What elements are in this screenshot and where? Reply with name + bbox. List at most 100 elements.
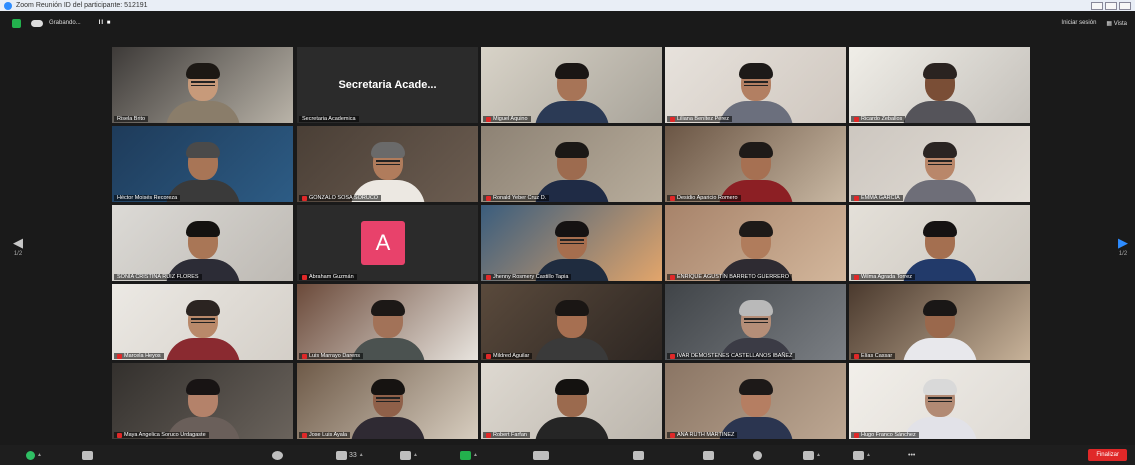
view-button[interactable]: ▦ Vista [1106,20,1127,27]
video-feed [481,284,662,360]
mic-muted-icon [670,195,675,201]
captions-button[interactable] [703,448,714,462]
participant-tile[interactable]: Miguel Aquino [481,47,662,123]
apps-icon [803,450,814,460]
participant-tile[interactable]: Luis Marrayo Darens [297,284,478,360]
participant-tile[interactable]: EMMA GARCIA [849,126,1030,202]
security-button[interactable] [272,448,283,462]
participant-name: Robert Farfan [493,432,527,438]
participant-name-tag: Abraham Guzmán [299,274,357,280]
video-feed [849,363,1030,439]
participant-tile[interactable]: Maya Angelica Soruco Urdagaste [112,363,293,439]
breakout-rooms-button[interactable] [633,448,644,462]
participant-tile[interactable]: Secretaria Acade... Secretaria Academica [297,47,478,123]
participant-tile[interactable]: Risela Brito [112,47,293,123]
more-button[interactable]: ••• [908,448,915,462]
apps-button[interactable]: ▲ [803,448,821,462]
whiteboard-icon [853,450,864,460]
whiteboard-button[interactable]: ▲ [853,448,871,462]
participant-tile[interactable]: Ronald Yeber Cruz D. [481,126,662,202]
participant-name: Mildred Aguilar [493,353,530,359]
participant-name: IVAR DEMOSTENES CASTELLANOS IBAÑEZ [677,353,793,359]
participant-tile[interactable]: Jose Luis Ayala [297,363,478,439]
chat-icon [400,450,411,460]
maximize-button[interactable] [1105,1,1117,10]
participant-tile[interactable]: Liliana Benítez Pérez [665,47,846,123]
participant-tile[interactable]: SONIA CRISTINA RUIZ FLORES [112,205,293,281]
close-button[interactable] [1119,1,1131,10]
recording-controls[interactable]: II ■ [99,20,112,26]
participant-name: Abraham Guzmán [309,274,354,280]
participant-figure [718,140,793,202]
minimize-button[interactable] [1091,1,1103,10]
shield-icon [272,450,283,460]
participant-tile[interactable]: Robert Farfan [481,363,662,439]
end-meeting-button[interactable]: Finalizar [1088,449,1127,461]
participant-figure [165,61,240,123]
mic-muted-icon [486,274,491,280]
participant-figure [165,140,240,202]
participant-tile[interactable]: Mildred Aguilar [481,284,662,360]
participant-figure [534,298,609,360]
video-feed [297,126,478,202]
participant-tile[interactable]: GONZALO SOSA SORUCO [297,126,478,202]
share-screen-button[interactable]: ▲ [460,448,478,462]
participant-name-tag: Miguel Aquino [483,116,531,122]
video-feed [112,284,293,360]
participant-name: Wilma Agrada Torrez [861,274,912,280]
start-session-button[interactable]: Iniciar sesión [1061,20,1096,27]
participant-tile[interactable]: Jhenny Rosmery Castillo Tapia [481,205,662,281]
participant-name: ANA RUTH MARTINEZ [677,432,735,438]
participant-tile[interactable]: Hugo Franco Sánchez [849,363,1030,439]
video-feed [112,205,293,281]
participant-tile[interactable]: Marcela Heyos [112,284,293,360]
participant-figure [350,298,425,360]
left-arrow-icon: ◀ [13,235,23,250]
participant-name-tag: Liliana Benítez Pérez [667,116,732,122]
next-page-button[interactable]: ▶ 1/2 [1113,235,1133,257]
participant-figure [902,298,977,360]
video-feed [112,47,293,123]
participant-display-name: Secretaria Acade... [338,79,437,91]
video-feed [665,47,846,123]
participant-tile[interactable]: A Abraham Guzmán [297,205,478,281]
video-feed [481,205,662,281]
mic-muted-icon [670,116,675,122]
participant-name: Ronald Yeber Cruz D. [493,195,547,201]
participant-name: Jose Luis Ayala [309,432,348,438]
meeting-toolbar: ▲ 33 ▲ ▲ ▲ ▲ ▲ ••• Finalizar [0,445,1135,465]
meeting-topbar: Grabando... II ■ Iniciar sesión ▦ Vista [0,11,1135,35]
participant-tile[interactable]: Wilma Agrada Torrez [849,205,1030,281]
participant-name: Jhenny Rosmery Castillo Tapia [493,274,569,280]
participant-name-tag: Luis Marrayo Darens [299,353,364,359]
mic-muted-icon [486,432,491,438]
participant-figure [718,61,793,123]
participant-figure [534,61,609,123]
mute-button[interactable]: ▲ [26,448,42,462]
reactions-button[interactable] [753,448,762,462]
participant-tile[interactable]: Héctor Moisés Recoreza [112,126,293,202]
security-shield-icon[interactable] [12,18,21,28]
participant-name-tag: GONZALO SOSA SORUCO [299,195,382,201]
video-feed [481,47,662,123]
video-feed [665,126,846,202]
participant-name-tag: Wilma Agrada Torrez [851,274,915,280]
participant-tile[interactable]: IVAR DEMOSTENES CASTELLANOS IBAÑEZ [665,284,846,360]
participant-tile[interactable]: Ricardo Zeballos [849,47,1030,123]
participant-tile[interactable]: Desidio Aparicio Romero [665,126,846,202]
participants-icon [336,450,347,460]
chat-button[interactable]: ▲ [400,448,418,462]
participant-tile[interactable]: Elías Cassar [849,284,1030,360]
video-button[interactable] [82,448,93,462]
prev-page-button[interactable]: ◀ 1/2 [8,235,28,257]
participants-button[interactable]: 33 ▲ [336,448,364,462]
video-feed [481,126,662,202]
record-button[interactable] [533,448,549,462]
participant-tile[interactable]: ENRIQUE AGUSTÍN BARRETO GUERRERO [665,205,846,281]
participant-name: EMMA GARCIA [861,195,900,201]
video-feed [297,363,478,439]
participant-tile[interactable]: ANA RUTH MARTINEZ [665,363,846,439]
participant-name: Desidio Aparicio Romero [677,195,738,201]
participant-name-tag: Maya Angelica Soruco Urdagaste [114,432,209,438]
video-feed [849,205,1030,281]
